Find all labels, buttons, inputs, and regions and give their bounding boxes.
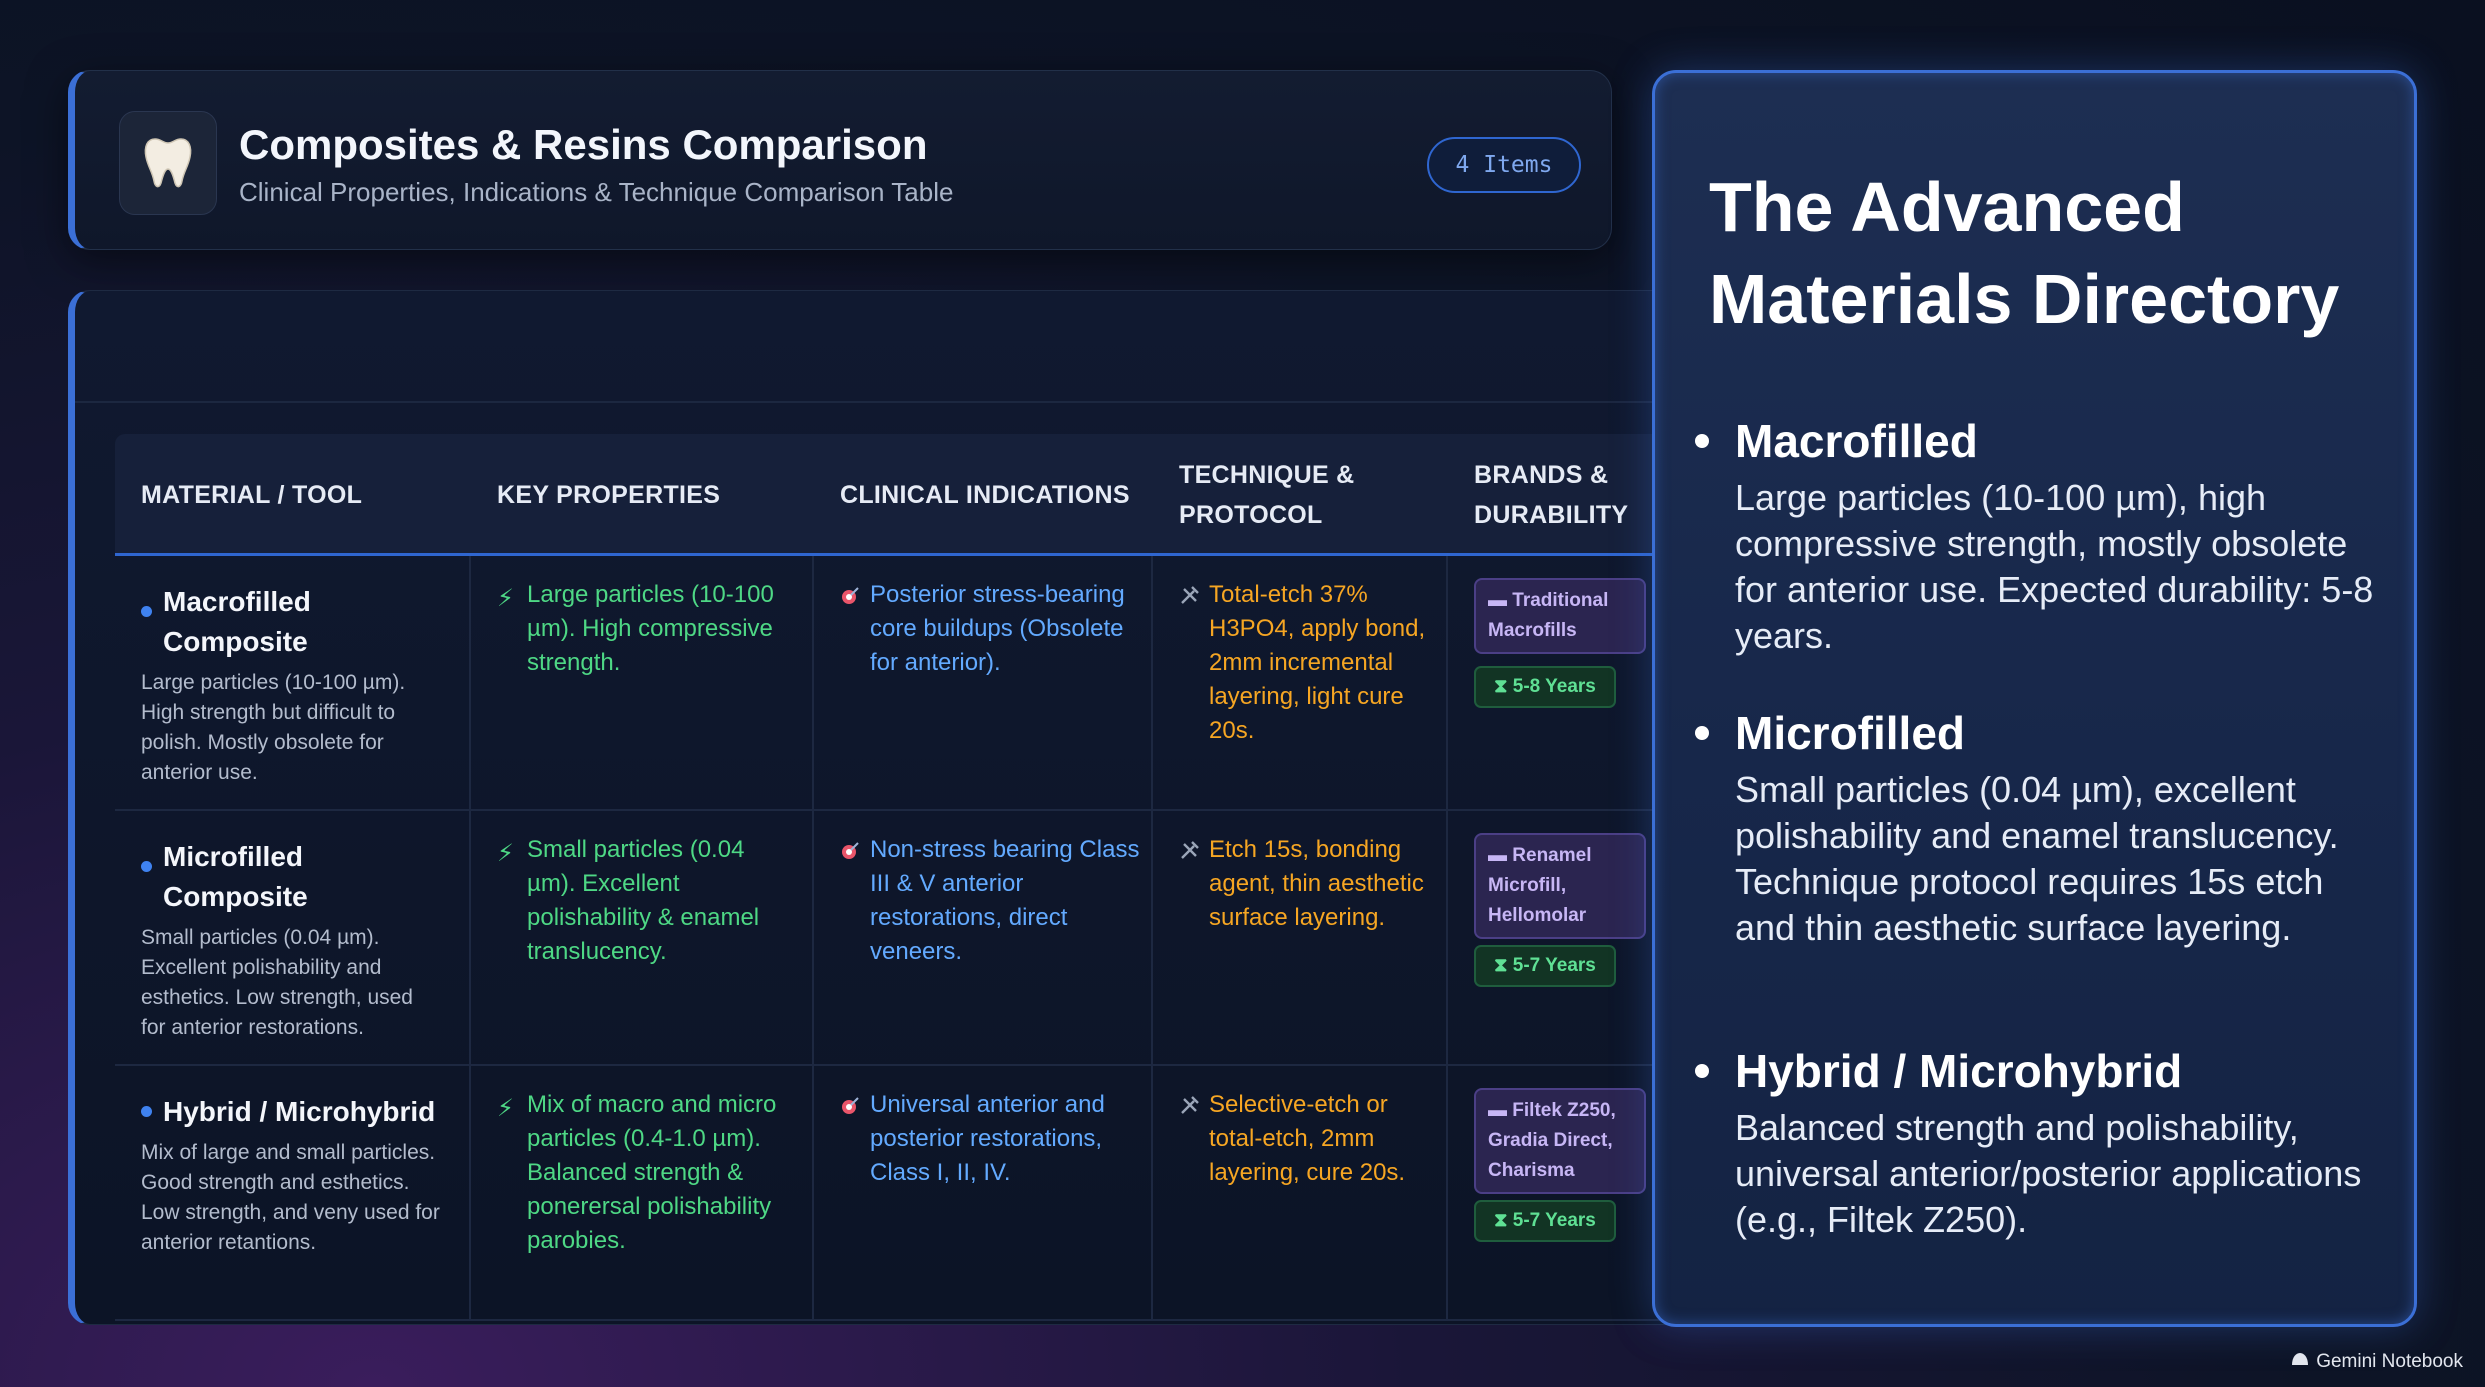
table-row[interactable]: Microfilled Composite Small particles (0…	[115, 811, 1668, 1066]
brand-badge: ▬ Filtek Z250, Gradia Direct, Charisma	[1474, 1088, 1646, 1194]
tools-icon	[1179, 1092, 1203, 1126]
table-header-row: MATERIAL / TOOL KEY PROPERTIES CLINICAL …	[115, 434, 1668, 556]
brand-badge: ▬ Renamel Microfill, Hellomolar	[1474, 833, 1646, 939]
indications-text: Posterior stress-bearing core buildups (…	[870, 581, 1125, 676]
bullet-dot	[141, 1106, 152, 1117]
tooth-target-icon	[840, 837, 864, 871]
material-description: Large particles (10-100 µm). High streng…	[141, 671, 406, 784]
technique-cell: Selective-etch or total-etch, 2mm layeri…	[1153, 1066, 1448, 1319]
lightning-icon: ⚡	[497, 585, 514, 612]
page: Composites & Resins Comparison Clinical …	[0, 0, 2485, 1387]
technique-cell: Etch 15s, bonding agent, thin aesthetic …	[1153, 811, 1448, 1064]
tooth-target-icon	[840, 582, 864, 616]
durability-badge: ⧗ 5-7 Years	[1474, 945, 1616, 987]
material-name: Macrofilled Composite	[141, 582, 441, 662]
indications-cell: Non-stress bearing Class III & V anterio…	[814, 811, 1153, 1064]
tooth-icon	[119, 111, 217, 215]
page-subtitle: Clinical Properties, Indications & Techn…	[239, 177, 954, 207]
material-description: Mix of large and small particles. Good s…	[141, 1141, 440, 1254]
column-header-properties[interactable]: KEY PROPERTIES	[497, 434, 797, 556]
material-cell: Hybrid / Microhybrid Mix of large and sm…	[115, 1066, 471, 1319]
column-header-indications[interactable]: CLINICAL INDICATIONS	[840, 434, 1140, 556]
durability-badge: ⧗ 5-8 Years	[1474, 666, 1616, 708]
hourglass-icon: ⧗	[1494, 1210, 1513, 1231]
divider	[75, 401, 1668, 403]
package-icon: ▬	[1488, 590, 1513, 611]
column-header-brands[interactable]: BRANDS & DURABILITY	[1474, 434, 1654, 556]
properties-text: Mix of macro and micro particles (0.4-1.…	[527, 1091, 777, 1254]
tooth-target-icon	[840, 1092, 864, 1126]
material-name: Microfilled Composite	[141, 837, 441, 917]
materials-directory-panel: The Advanced Materials Directory Macrofi…	[1652, 70, 2417, 1327]
bullet-dot	[1695, 1064, 1709, 1078]
hourglass-icon: ⧗	[1494, 955, 1513, 976]
bullet-dot	[1695, 726, 1709, 740]
tools-icon	[1179, 582, 1203, 616]
lightning-icon: ⚡	[497, 840, 514, 867]
notebook-logo-icon	[2290, 1351, 2310, 1373]
properties-cell: ⚡ Mix of macro and micro particles (0.4-…	[471, 1066, 814, 1319]
bullet-dot	[141, 606, 152, 617]
technique-text: Total-etch 37% H3PO4, apply bond, 2mm in…	[1209, 581, 1426, 744]
comparison-table-card: MATERIAL / TOOL KEY PROPERTIES CLINICAL …	[68, 290, 1668, 1325]
column-header-technique[interactable]: TECHNIQUE & PROTOCOL	[1179, 434, 1369, 556]
directory-item-heading: Hybrid / Microhybrid	[1735, 1045, 2183, 1097]
tools-icon	[1179, 837, 1203, 871]
brands-cell: ▬ Filtek Z250, Gradia Direct, Charisma ⧗…	[1448, 1066, 1668, 1319]
brands-cell: ▬ Renamel Microfill, Hellomolar ⧗ 5-7 Ye…	[1448, 811, 1668, 1064]
page-title: Composites & Resins Comparison	[239, 121, 928, 168]
indications-text: Non-stress bearing Class III & V anterio…	[870, 836, 1140, 965]
brand-badge: ▬ Traditional Macrofills	[1474, 578, 1646, 654]
material-cell: Macrofilled Composite Large particles (1…	[115, 556, 471, 809]
items-count-badge[interactable]: 4 Items	[1427, 137, 1581, 193]
indications-text: Universal anterior and posterior restora…	[870, 1091, 1105, 1186]
directory-item: Hybrid / Microhybrid Balanced strength a…	[1695, 1043, 2385, 1243]
comparison-table: MATERIAL / TOOL KEY PROPERTIES CLINICAL …	[115, 434, 1668, 1321]
lightning-icon: ⚡	[497, 1095, 514, 1122]
panel-title: The Advanced Materials Directory	[1709, 168, 2340, 338]
bullet-dot	[1695, 434, 1709, 448]
properties-text: Small particles (0.04 µm). Excellent pol…	[527, 836, 760, 965]
package-icon: ▬	[1488, 845, 1513, 866]
directory-item-body: Balanced strength and polishability, uni…	[1735, 1107, 2362, 1240]
material-cell: Microfilled Composite Small particles (0…	[115, 811, 471, 1064]
directory-item-body: Large particles (10-100 µm), high compre…	[1735, 477, 2374, 656]
directory-item-heading: Microfilled	[1735, 707, 1966, 759]
directory-item: Macrofilled Large particles (10-100 µm),…	[1695, 413, 2385, 659]
directory-item-heading: Macrofilled	[1735, 415, 1978, 467]
hourglass-icon: ⧗	[1494, 676, 1513, 697]
table-row[interactable]: Macrofilled Composite Large particles (1…	[115, 556, 1668, 811]
properties-cell: ⚡ Large particles (10-100 µm). High comp…	[471, 556, 814, 809]
bullet-dot	[141, 861, 152, 872]
material-name: Hybrid / Microhybrid	[141, 1092, 441, 1132]
indications-cell: Universal anterior and posterior restora…	[814, 1066, 1153, 1319]
header-card: Composites & Resins Comparison Clinical …	[68, 70, 1612, 250]
technique-cell: Total-etch 37% H3PO4, apply bond, 2mm in…	[1153, 556, 1448, 809]
technique-text: Etch 15s, bonding agent, thin aesthetic …	[1209, 836, 1424, 931]
package-icon: ▬	[1488, 1100, 1513, 1121]
durability-badge: ⧗ 5-7 Years	[1474, 1200, 1616, 1242]
directory-item: Microfilled Small particles (0.04 µm), e…	[1695, 705, 2385, 951]
indications-cell: Posterior stress-bearing core buildups (…	[814, 556, 1153, 809]
table-row[interactable]: Hybrid / Microhybrid Mix of large and sm…	[115, 1066, 1668, 1321]
properties-cell: ⚡ Small particles (0.04 µm). Excellent p…	[471, 811, 814, 1064]
footer-brand: Gemini Notebook	[2290, 1351, 2463, 1373]
technique-text: Selective-etch or total-etch, 2mm layeri…	[1209, 1091, 1406, 1186]
directory-item-body: Small particles (0.04 µm), excellent pol…	[1735, 769, 2339, 948]
properties-text: Large particles (10-100 µm). High compre…	[527, 581, 774, 676]
material-description: Small particles (0.04 µm). Excellent pol…	[141, 926, 413, 1039]
brands-cell: ▬ Traditional Macrofills ⧗ 5-8 Years	[1448, 556, 1668, 809]
column-header-material[interactable]: MATERIAL / TOOL	[141, 434, 461, 556]
